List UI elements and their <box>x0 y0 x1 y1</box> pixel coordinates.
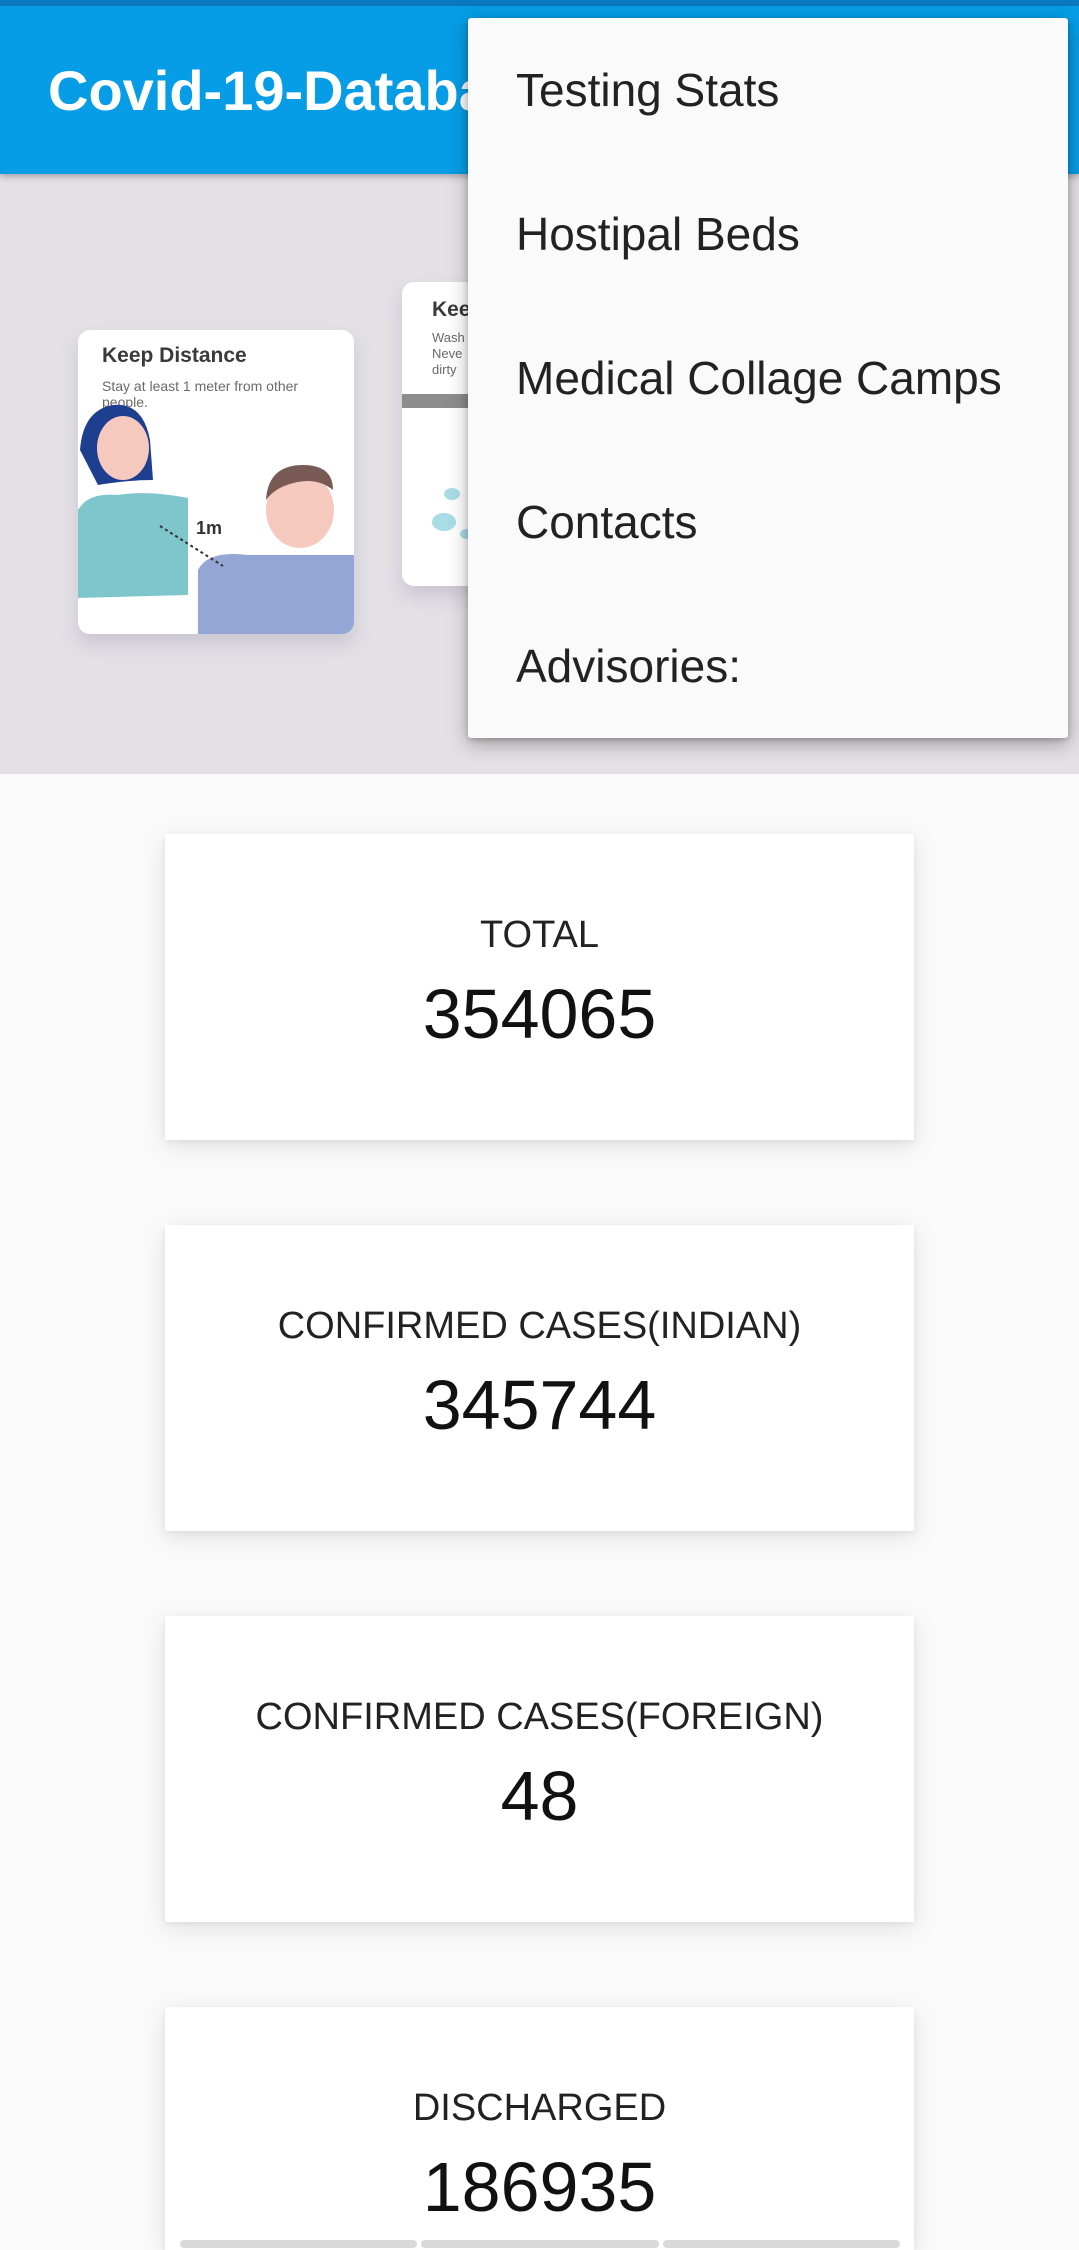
stat-value: 354065 <box>422 975 657 1053</box>
keep-distance-card: Keep Distance Stay at least 1 meter from… <box>78 330 354 634</box>
stat-card-confirmed-foreign: CONFIRMED CASES(FOREIGN) 48 <box>165 1616 914 1922</box>
indicator-segment <box>180 2240 418 2248</box>
stat-label: DISCHARGED <box>412 2087 667 2129</box>
stat-value: 186935 <box>422 2148 657 2226</box>
stat-label: CONFIRMED CASES(FOREIGN) <box>255 1696 824 1738</box>
stat-value: 48 <box>500 1757 579 1835</box>
stat-card-total: TOTAL 354065 <box>165 834 914 1140</box>
stat-card-confirmed-indian: CONFIRMED CASES(INDIAN) 345744 <box>165 1225 914 1531</box>
indicator-segment <box>662 2240 900 2248</box>
bottom-indicator <box>180 2240 900 2248</box>
menu-item-hospital-beds[interactable]: Hostipal Beds <box>468 162 1068 306</box>
menu-item-advisories[interactable]: Advisories: <box>468 594 1068 738</box>
distance-illustration <box>78 404 354 634</box>
stat-label: TOTAL <box>480 914 599 956</box>
overflow-menu: Testing Stats Hostipal Beds Medical Coll… <box>468 18 1068 738</box>
menu-item-contacts[interactable]: Contacts <box>468 450 1068 594</box>
indicator-segment <box>421 2240 659 2248</box>
stat-card-discharged: DISCHARGED 186935 <box>165 2007 914 2250</box>
stat-label: CONFIRMED CASES(INDIAN) <box>277 1305 802 1347</box>
distance-label: 1m <box>196 518 223 538</box>
stat-value: 345744 <box>422 1366 657 1444</box>
menu-item-testing-stats[interactable]: Testing Stats <box>468 18 1068 162</box>
menu-item-medical-college-camps[interactable]: Medical Collage Camps <box>468 306 1068 450</box>
